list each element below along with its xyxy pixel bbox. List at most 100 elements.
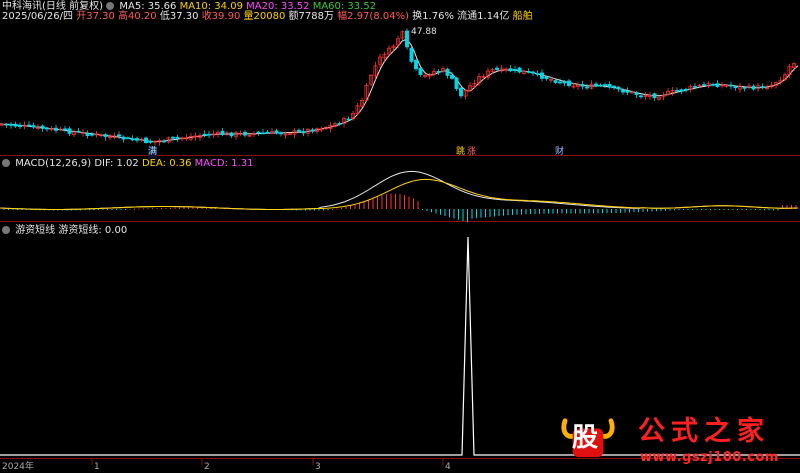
candle-body: [558, 81, 562, 84]
event-badge-finance[interactable]: 财: [555, 146, 564, 158]
candle-body: [679, 89, 684, 92]
candle-body: [409, 47, 414, 62]
candle-body: [711, 83, 715, 86]
macd-plot[interactable]: [0, 170, 799, 223]
candle-body: [733, 86, 738, 89]
candle-body: [130, 138, 135, 141]
candle-body: [450, 75, 454, 79]
candle-body: [684, 88, 688, 91]
candle-body: [567, 80, 571, 86]
macd-title[interactable]: MACD(12,26,9): [15, 158, 91, 169]
candle-body: [414, 60, 418, 70]
settings-circle-icon[interactable]: [2, 226, 10, 234]
candle-body: [117, 134, 121, 137]
macd-dea: DEA: 0.36: [141, 158, 192, 169]
candle-body: [459, 87, 463, 97]
candle-body: [513, 69, 517, 71]
candle-body: [40, 125, 45, 129]
event-badge-rise[interactable]: 涨: [467, 146, 476, 158]
candle-body: [580, 84, 585, 87]
candle-body: [18, 124, 22, 128]
watermark: 股 公式之家 www.gszj100.com: [552, 413, 798, 468]
candle-body: [540, 72, 544, 79]
candle-body: [594, 83, 598, 87]
candle-body: [265, 131, 270, 134]
candle-body: [13, 123, 18, 127]
candle-body: [256, 131, 261, 134]
candle-body: [742, 87, 747, 89]
candle-body: [562, 81, 567, 84]
settings-circle-icon[interactable]: [2, 159, 10, 167]
event-badge-full[interactable]: 满: [148, 146, 158, 158]
candle-body: [621, 90, 625, 93]
candle-body: [27, 124, 31, 127]
candle-body: [135, 138, 139, 141]
watermark-char: 股: [572, 423, 599, 453]
macd-dif: DIF: 1.02: [94, 158, 139, 169]
event-badge-jump[interactable]: 跳: [456, 146, 465, 158]
candle-body: [607, 84, 612, 88]
candle-body: [243, 131, 247, 136]
macd-dif-line: [0, 170, 799, 210]
candle-body: [729, 84, 733, 87]
indicator-header: 游资短线 游资短线: 0.00: [2, 225, 127, 237]
candle-body: [90, 133, 94, 136]
time-label-month: 1: [94, 462, 100, 472]
candle-body: [175, 136, 180, 139]
candle-body: [31, 125, 36, 128]
candle-body: [760, 86, 765, 89]
candle-body: [535, 73, 540, 75]
candle-body: [148, 141, 153, 143]
candle-body: [454, 77, 459, 89]
candle-body: [9, 123, 13, 126]
candle-body: [301, 131, 306, 134]
price-plot[interactable]: [0, 28, 799, 146]
candle-body: [612, 85, 616, 88]
candle-body: [436, 70, 441, 73]
candle-body: [229, 132, 234, 137]
candle-body: [310, 129, 315, 132]
peak-price-label: 47.88: [411, 27, 437, 37]
indicator-name[interactable]: 游资短线: [15, 225, 55, 236]
macd-header: MACD(12,26,9) DIF: 1.02 DEA: 0.36 MACD: …: [2, 158, 253, 170]
candle-body: [297, 129, 301, 132]
candle-body: [418, 67, 423, 75]
candle-body: [625, 90, 630, 93]
candle-body: [207, 133, 211, 136]
macd-value: MACD: 1.31: [194, 158, 254, 169]
candle-body: [517, 67, 522, 73]
candle-body: [85, 133, 90, 136]
candle-body: [616, 86, 621, 90]
candle-body: [715, 83, 720, 87]
candle-body: [598, 84, 603, 87]
candle-body: [279, 132, 283, 135]
candle-body: [405, 30, 409, 48]
indicator-value: 游资短线: 0.00: [58, 225, 128, 236]
candle-body: [63, 128, 67, 131]
watermark-url: www.gszj100.com: [640, 450, 779, 465]
watermark-title: 公式之家: [638, 416, 770, 447]
time-label-year: 2024年: [2, 462, 34, 472]
candle-body: [553, 80, 558, 83]
time-label-month: 3: [315, 462, 321, 472]
candle-body: [171, 136, 175, 139]
candle-body: [261, 132, 265, 135]
candle-body: [202, 133, 207, 136]
candle-body: [526, 71, 531, 73]
candle-body: [121, 136, 126, 140]
candle-body: [445, 68, 450, 76]
candle-body: [54, 127, 58, 131]
candle-body: [652, 93, 657, 99]
candle-body: [634, 92, 639, 96]
candle-body: [346, 118, 351, 121]
candle-body: [675, 90, 679, 92]
candle-body: [585, 86, 589, 89]
candle-body: [162, 140, 166, 143]
candle-body: [693, 86, 697, 88]
candle-body: [603, 84, 607, 86]
candle-body: [544, 76, 549, 80]
macd-dea-line: [0, 178, 799, 210]
time-label-month: 2: [204, 462, 210, 472]
candle-body: [67, 128, 72, 134]
candle-body: [751, 85, 756, 90]
